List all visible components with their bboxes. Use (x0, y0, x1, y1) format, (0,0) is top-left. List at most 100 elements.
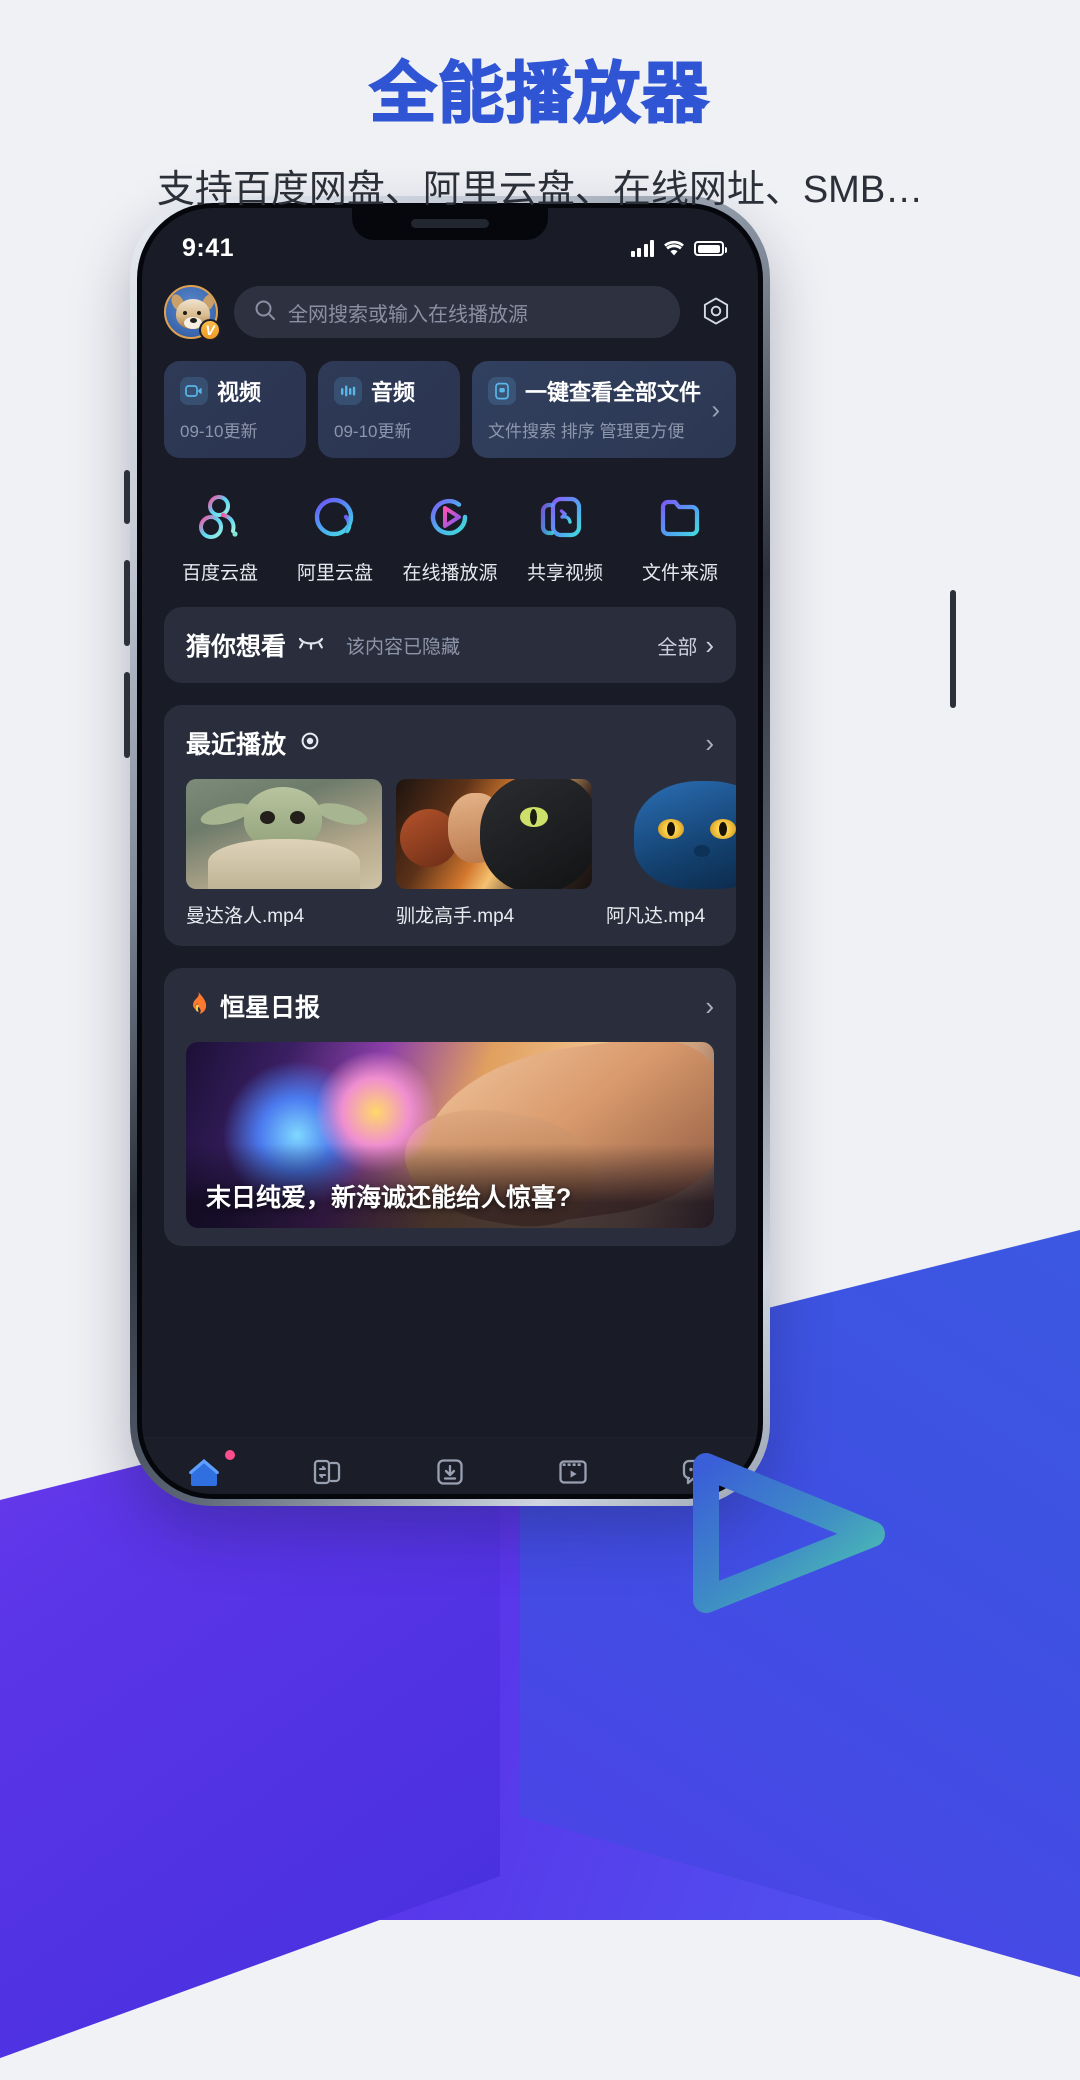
guess-title: 猜你想看 (186, 633, 287, 661)
shortcut-online-source[interactable]: 在线播放源 (398, 488, 502, 585)
notification-badge (225, 1450, 236, 1460)
video-filename: 阿凡达.mp4 (606, 906, 706, 927)
quick-card-subtitle: 09-10更新 (334, 422, 412, 441)
quick-card-header: 一键查看全部文件 (488, 375, 720, 407)
thumbnail-art (606, 779, 736, 889)
tab-download[interactable]: 下载 (388, 1452, 511, 1494)
file-icon (488, 377, 516, 405)
quick-card-video[interactable]: 视频 09-10更新 (164, 361, 306, 458)
shortcut-shared-video[interactable]: 共享视频 (513, 488, 617, 585)
phone-volume-down-button[interactable] (124, 672, 130, 758)
video-icon (512, 1452, 635, 1492)
phone-power-button[interactable] (950, 590, 956, 708)
video-filename: 驯龙高手.mp4 (396, 906, 515, 927)
thumbnail-image (606, 779, 736, 889)
phone-screen: 9:41 V 全网搜索或输入在线播放源 视频 09-10更新 音频 09-10更… (142, 208, 758, 1494)
phone-mockup: 9:41 V 全网搜索或输入在线播放源 视频 09-10更新 音频 09-10更… (130, 196, 770, 1506)
shortcut-baidu-cloud[interactable]: 百度云盘 (168, 488, 272, 585)
audio-wave-icon (334, 377, 362, 405)
thumbnail-art (186, 779, 382, 889)
dog-nose-icon (190, 318, 197, 323)
quick-card-subtitle: 文件搜索 排序 管理更方便 (488, 422, 685, 441)
quick-card-all-files[interactable]: 一键查看全部文件 文件搜索 排序 管理更方便 › (472, 361, 736, 458)
quick-card-title: 音频 (371, 380, 416, 405)
quick-card-header: 视频 (180, 375, 290, 407)
share-icon (265, 1452, 388, 1492)
shortcut-label: 文件来源 (641, 563, 718, 584)
vip-badge: V (199, 319, 221, 341)
shortcut-file-source[interactable]: 文件来源 (628, 488, 732, 585)
guess-panel[interactable]: 猜你想看 该内容已隐藏 全部 › (164, 607, 736, 683)
shortcut-label: 在线播放源 (402, 563, 498, 584)
daily-news-header: 恒星日报 › (164, 988, 736, 1024)
guess-all-link[interactable]: 全部 › (657, 630, 714, 661)
search-icon (254, 299, 276, 326)
thumbnail-art (396, 779, 592, 889)
daily-news-panel: 恒星日报 › 末日纯爱，新海诚还能给人惊喜? (164, 968, 736, 1246)
dog-eye-right-icon (197, 311, 201, 315)
cellular-signal-icon (630, 240, 654, 257)
tab-video[interactable]: 视频 (512, 1452, 635, 1494)
shortcut-label: 共享视频 (526, 563, 603, 584)
recent-played-list: 曼达洛人.mp4 驯龙高手.mp4 阿凡达.mp4 (164, 779, 736, 928)
banner-caption: 末日纯爱，新海诚还能给人惊喜? (206, 1184, 572, 1212)
download-icon (388, 1452, 511, 1492)
tab-home[interactable]: 首页 (142, 1450, 265, 1494)
video-filename: 曼达洛人.mp4 (186, 906, 305, 927)
recent-played-more-button[interactable]: › (705, 728, 714, 759)
guess-hidden-text: 该内容已隐藏 (346, 636, 461, 658)
list-item[interactable]: 阿凡达.mp4 (606, 779, 736, 928)
quick-cards-row: 视频 09-10更新 音频 09-10更新 一键查看全部文件 文件搜索 排序 管… (164, 361, 736, 458)
recent-played-panel: 最近播放 › 曼达洛人.mp4 驯龙高手.mp4 阿凡达.mp4 (164, 705, 736, 946)
search-input[interactable]: 全网搜索或输入在线播放源 (234, 286, 680, 338)
recent-played-title: 最近播放 (186, 731, 287, 759)
shared-video-icon (513, 488, 617, 546)
aliyun-drive-icon (283, 488, 387, 546)
quick-card-audio[interactable]: 音频 09-10更新 (318, 361, 460, 458)
phone-bezel: 9:41 V 全网搜索或输入在线播放源 视频 09-10更新 音频 09-10更… (137, 203, 763, 1499)
quick-card-subtitle: 09-10更新 (180, 422, 258, 441)
daily-news-more-button[interactable]: › (705, 991, 714, 1022)
app-home-screen: V 全网搜索或输入在线播放源 视频 09-10更新 音频 09-10更新 一键查… (142, 263, 758, 1494)
baidu-cloud-icon (168, 488, 272, 546)
chevron-right-icon: › (711, 394, 720, 424)
shortcut-label: 百度云盘 (181, 563, 258, 584)
dog-eye-left-icon (183, 311, 187, 315)
battery-icon (694, 241, 727, 256)
wifi-icon (663, 240, 685, 257)
quick-card-header: 音频 (334, 375, 444, 407)
online-play-icon (398, 488, 502, 546)
tab-share[interactable]: 共享 (265, 1452, 388, 1494)
app-content: V 全网搜索或输入在线播放源 视频 09-10更新 音频 09-10更新 一键查… (142, 263, 758, 1246)
search-placeholder: 全网搜索或输入在线播放源 (288, 303, 528, 326)
chevron-right-icon: › (705, 629, 714, 660)
promo-headline: 全能播放器 (369, 54, 710, 133)
avatar[interactable]: V (164, 285, 221, 341)
search-row: V 全网搜索或输入在线播放源 (164, 285, 736, 341)
shortcut-aliyun-drive[interactable]: 阿里云盘 (283, 488, 387, 585)
phone-mute-switch[interactable] (124, 470, 130, 524)
daily-news-banner[interactable]: 末日纯爱，新海诚还能给人惊喜? (186, 1042, 714, 1228)
phone-volume-up-button[interactable] (124, 560, 130, 646)
gear-icon[interactable] (696, 292, 736, 332)
list-item[interactable]: 曼达洛人.mp4 (186, 779, 382, 928)
guess-all-label: 全部 (657, 636, 698, 659)
status-time: 9:41 (182, 234, 235, 262)
eye-closed-icon[interactable] (298, 635, 324, 656)
shortcut-grid: 百度云盘 阿里云盘 在线播放源 共享视频 文件来源 (164, 488, 736, 585)
thumbnail-image (186, 779, 382, 889)
recent-played-header: 最近播放 › (164, 725, 736, 761)
promo-subheadline: 支持百度网盘、阿里云盘、在线网址、SMB… (156, 169, 924, 211)
eye-open-icon[interactable] (298, 731, 322, 756)
thumbnail-image (396, 779, 592, 889)
home-icon (142, 1450, 265, 1492)
file-source-icon (628, 488, 732, 546)
video-camera-icon (180, 377, 208, 405)
message-icon (635, 1452, 758, 1492)
tab-message[interactable]: 消息 (635, 1452, 758, 1494)
quick-card-title: 一键查看全部文件 (525, 380, 702, 405)
promo-header: 全能播放器 支持百度网盘、阿里云盘、在线网址、SMB… (0, 0, 1080, 213)
list-item[interactable]: 驯龙高手.mp4 (396, 779, 592, 928)
earpiece-speaker (411, 219, 489, 228)
shortcut-label: 阿里云盘 (296, 563, 373, 584)
